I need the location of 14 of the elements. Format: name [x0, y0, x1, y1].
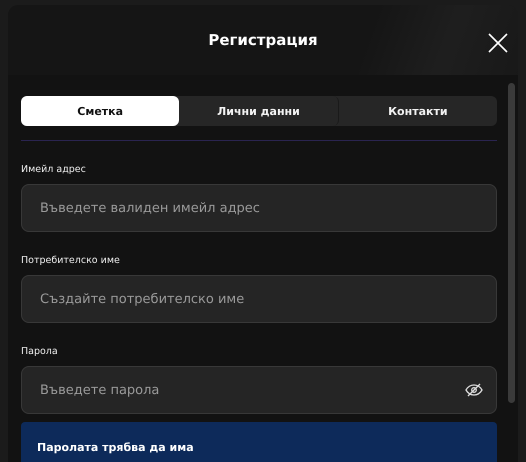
field-label: Потребителско име: [21, 255, 121, 266]
eye-slash-icon[interactable]: [465, 383, 483, 397]
requirements-heading: Паролата трябва да има: [37, 441, 194, 454]
tab[interactable]: Сметка: [21, 96, 180, 126]
input-field[interactable]: Въведете парола: [21, 366, 497, 414]
input-field[interactable]: Създайте потребителско име: [21, 275, 497, 323]
close-button[interactable]: [486, 31, 510, 55]
input-field[interactable]: Въведете валиден имейл адрес: [21, 184, 497, 232]
field-label: Парола: [21, 346, 59, 357]
scrollbar[interactable]: [508, 83, 515, 403]
field-label: Имейл адрес: [21, 164, 87, 175]
dialog-title: Регистрация: [208, 31, 318, 49]
tab[interactable]: Контакти: [338, 96, 497, 126]
tab[interactable]: Лични данни: [179, 96, 339, 126]
